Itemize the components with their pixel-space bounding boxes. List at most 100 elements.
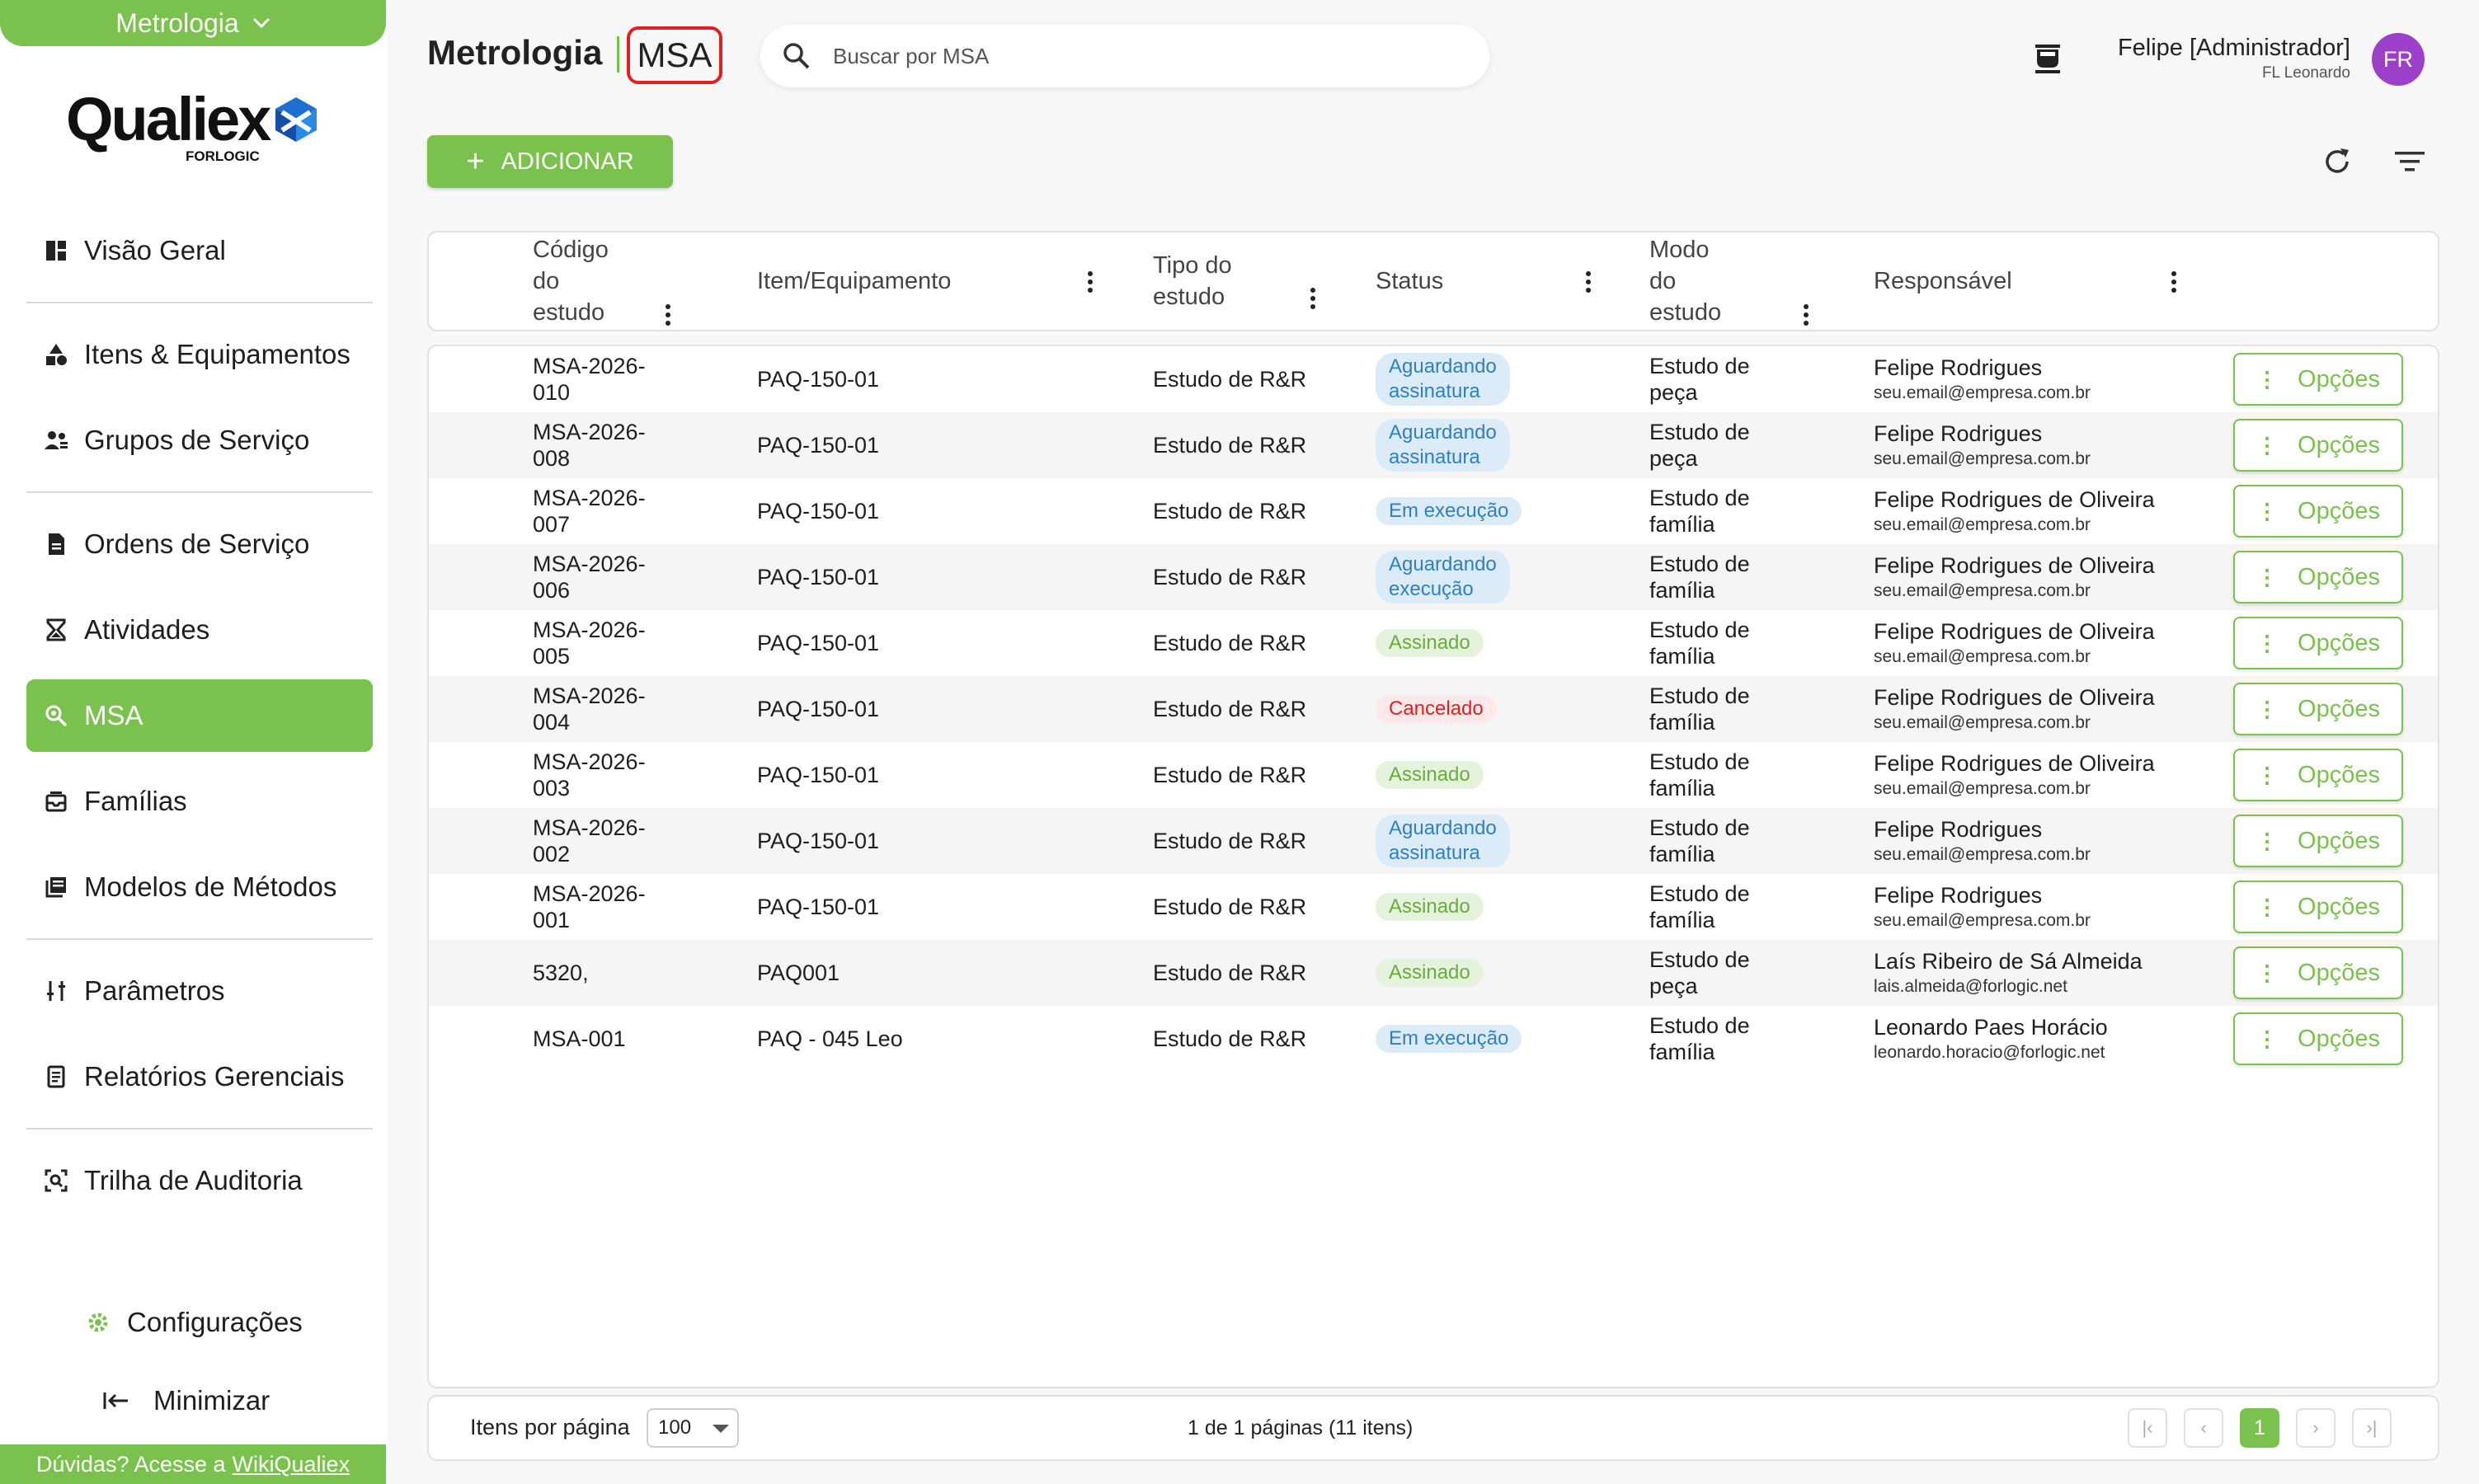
- sidebar-item-modelos-metodos[interactable]: Modelos de Métodos: [26, 851, 373, 923]
- sidebar-item-ordens-servico[interactable]: Ordens de Serviço: [26, 508, 373, 580]
- status-badge: Assinado: [1376, 959, 1484, 987]
- settings-link[interactable]: Configurações: [86, 1307, 303, 1338]
- sidebar-item-label: Trilha de Auditoria: [84, 1165, 303, 1195]
- chevron-down-icon: [252, 17, 270, 29]
- column-header-item[interactable]: Item/Equipamento: [757, 232, 1103, 330]
- column-header-status[interactable]: Status: [1376, 232, 1623, 330]
- cell-modo: Estudo de família: [1649, 486, 1750, 537]
- sidebar-item-atividades[interactable]: Atividades: [26, 594, 373, 666]
- table-row[interactable]: MSA-001 PAQ - 045 Leo Estudo de R&R Em exec…: [429, 1006, 2438, 1072]
- search-input[interactable]: [833, 43, 1410, 69]
- responsible-email: seu.email@empresa.com.br: [1874, 713, 2091, 732]
- column-header-label: Modo do estudo: [1649, 237, 1722, 326]
- chevron-left-icon: ‹: [2200, 1417, 2207, 1438]
- status-badge: Cancelado: [1376, 695, 1497, 723]
- options-button[interactable]: ⋮ Opções: [2233, 485, 2403, 538]
- column-header-responsavel[interactable]: Responsável: [1874, 232, 2204, 330]
- next-page-button[interactable]: ›: [2296, 1408, 2336, 1448]
- table-row[interactable]: MSA-2026- 001 PAQ-150-01 Estudo de R&R Assi…: [429, 874, 2438, 940]
- options-button[interactable]: ⋮ Opções: [2233, 683, 2403, 735]
- cell-item: PAQ - 045 Leo: [757, 1026, 903, 1051]
- table-row[interactable]: MSA-2026- 006 PAQ-150-01 Estudo de R&R Agua…: [429, 544, 2438, 610]
- cell-tipo: Estudo de R&R: [1153, 366, 1307, 392]
- sidebar-item-familias[interactable]: Famílias: [26, 765, 373, 838]
- responsible-email: seu.email@empresa.com.br: [1874, 581, 2091, 600]
- column-header-tipo[interactable]: Tipo do estudo: [1153, 232, 1334, 330]
- table-row[interactable]: MSA-2026- 007 PAQ-150-01 Estudo de R&R Em e…: [429, 478, 2438, 544]
- minimize-sidebar-button[interactable]: Minimizar: [102, 1385, 270, 1416]
- options-button[interactable]: ⋮ Opções: [2233, 1012, 2403, 1065]
- cell-modo: Estudo de peça: [1649, 947, 1750, 998]
- options-button[interactable]: ⋮ Opções: [2233, 551, 2403, 603]
- coffee-cup-icon[interactable]: [2030, 40, 2067, 76]
- options-button[interactable]: ⋮ Opções: [2233, 617, 2403, 669]
- cell-tipo: Estudo de R&R: [1153, 1026, 1307, 1051]
- column-header-label: Status: [1376, 268, 1444, 294]
- sidebar-item-parametros[interactable]: Parâmetros: [26, 955, 373, 1027]
- table-row[interactable]: MSA-2026- 010 PAQ-150-01 Estudo de R&R Agua…: [429, 346, 2438, 412]
- options-label: Opções: [2298, 959, 2380, 986]
- column-header-label: Item/Equipamento: [757, 268, 952, 294]
- wiki-link[interactable]: WikiQualiex: [233, 1452, 350, 1477]
- column-menu-icon[interactable]: [1310, 287, 1316, 310]
- responsible-name: Laís Ribeiro de Sá Almeida: [1874, 949, 2143, 974]
- table-row[interactable]: MSA-2026- 003 PAQ-150-01 Estudo de R&R Assi…: [429, 742, 2438, 808]
- sidebar-item-trilha-auditoria[interactable]: Trilha de Auditoria: [26, 1144, 373, 1217]
- options-button[interactable]: ⋮ Opções: [2233, 815, 2403, 867]
- responsible-name: Felipe Rodrigues de Oliveira: [1874, 685, 2155, 710]
- per-page-select[interactable]: 100: [647, 1408, 739, 1448]
- table-row[interactable]: MSA-2026- 005 PAQ-150-01 Estudo de R&R Assi…: [429, 610, 2438, 676]
- cell-status: Aguardando assinatura: [1376, 412, 1623, 478]
- status-badge: Assinado: [1376, 761, 1484, 789]
- sidebar-item-relatorios[interactable]: Relatórios Gerenciais: [26, 1040, 373, 1113]
- responsible-email: seu.email@empresa.com.br: [1874, 383, 2091, 402]
- user-name[interactable]: Felipe [Administrador]: [2118, 35, 2350, 62]
- cell-tipo: Estudo de R&R: [1153, 630, 1307, 655]
- title-divider: [617, 36, 619, 73]
- table-row[interactable]: 5320, PAQ001 Estudo de R&R Assinado Estudo d…: [429, 940, 2438, 1006]
- sidebar-item-label: Atividades: [84, 614, 210, 645]
- responsible-email: seu.email@empresa.com.br: [1874, 779, 2091, 798]
- filter-icon[interactable]: [2392, 143, 2428, 180]
- cell-responsavel: Felipe Rodrigues de Oliveira seu.email@em…: [1874, 544, 2220, 610]
- sidebar-item-visao-geral[interactable]: Visão Geral: [26, 214, 373, 287]
- search-icon: [783, 43, 810, 69]
- last-page-button[interactable]: ›|: [2352, 1408, 2392, 1448]
- prev-page-button[interactable]: ‹: [2184, 1408, 2223, 1448]
- refresh-icon[interactable]: [2319, 143, 2355, 180]
- page-button-current[interactable]: 1: [2240, 1408, 2279, 1448]
- user-company: FL Leonardo: [2261, 64, 2350, 82]
- status-badge: Aguardando execução: [1376, 551, 1510, 603]
- sidebar-item-grupos-servico[interactable]: Grupos de Serviço: [26, 404, 373, 477]
- status-badge: Assinado: [1376, 629, 1484, 657]
- hourglass-icon: [41, 615, 71, 645]
- table-row[interactable]: MSA-2026- 002 PAQ-150-01 Estudo de R&R Agua…: [429, 808, 2438, 874]
- avatar[interactable]: FR: [2372, 33, 2425, 86]
- column-header-modo[interactable]: Modo do estudo: [1649, 232, 1839, 330]
- table-row[interactable]: MSA-2026- 004 PAQ-150-01 Estudo de R&R Canc…: [429, 676, 2438, 742]
- cell-status: Assinado: [1376, 940, 1623, 1006]
- help-text: Dúvidas? Acesse a: [35, 1451, 226, 1477]
- options-button[interactable]: ⋮ Opções: [2233, 353, 2403, 406]
- cell-responsavel: Laís Ribeiro de Sá Almeida lais.almeida@f…: [1874, 940, 2220, 1006]
- first-page-button[interactable]: |‹: [2128, 1408, 2167, 1448]
- sidebar-item-msa[interactable]: MSA: [26, 679, 373, 752]
- sidebar-item-itens-equipamentos[interactable]: Itens & Equipamentos: [26, 318, 373, 391]
- column-menu-icon[interactable]: [2171, 270, 2177, 294]
- column-header-label: Tipo do estudo: [1153, 252, 1232, 310]
- cell-status: Aguardando execução: [1376, 544, 1623, 610]
- options-button[interactable]: ⋮ Opções: [2233, 749, 2403, 801]
- module-switcher[interactable]: Metrologia: [0, 0, 386, 46]
- add-button[interactable]: + ADICIONAR: [427, 135, 673, 188]
- options-button[interactable]: ⋮ Opções: [2233, 419, 2403, 472]
- column-header-codigo[interactable]: Código do estudo: [533, 232, 698, 330]
- column-menu-icon[interactable]: [1803, 303, 1809, 326]
- options-button[interactable]: ⋮ Opções: [2233, 946, 2403, 999]
- cell-codigo: MSA-001: [533, 1026, 626, 1051]
- column-menu-icon[interactable]: [1585, 270, 1592, 294]
- cell-status: Em execução: [1376, 478, 1623, 544]
- table-row[interactable]: MSA-2026- 008 PAQ-150-01 Estudo de R&R Agua…: [429, 412, 2438, 478]
- options-button[interactable]: ⋮ Opções: [2233, 881, 2403, 933]
- column-menu-icon[interactable]: [665, 303, 671, 326]
- column-menu-icon[interactable]: [1087, 270, 1094, 294]
